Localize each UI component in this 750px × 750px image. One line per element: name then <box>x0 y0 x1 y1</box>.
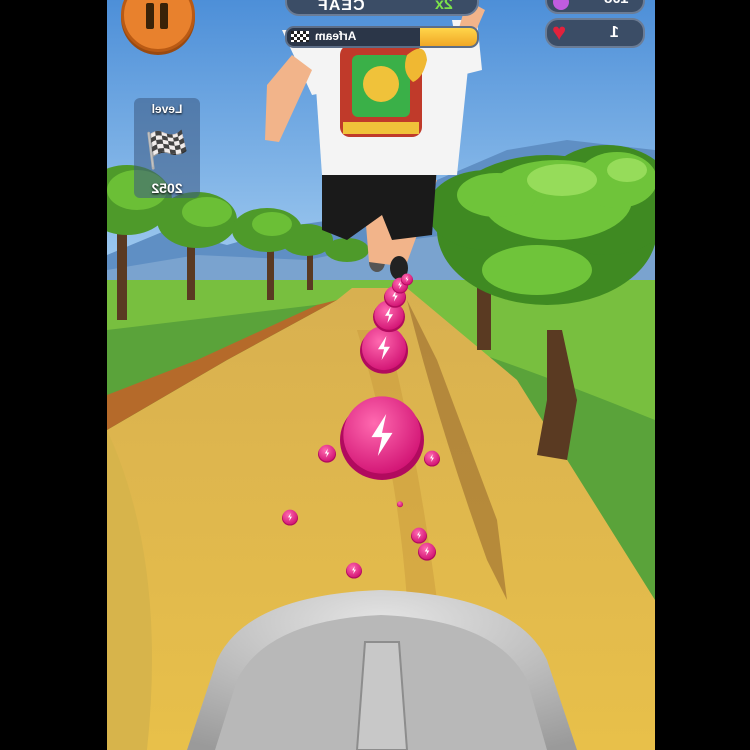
score-multiplier: 2x <box>435 0 453 13</box>
game-viewport[interactable]: CEAF 2x Arfeam 108 ♥ 1 Level 🏁 2052 <box>107 0 655 750</box>
score-panel: CEAF 2x <box>285 0 479 16</box>
level-number: 2052 <box>151 180 183 196</box>
lives-count: 1 <box>610 24 619 41</box>
gem-count: 108 <box>604 0 629 7</box>
progress-label: Arfeam <box>315 29 357 43</box>
progress-fill <box>420 28 477 46</box>
lives-counter: ♥ 1 <box>545 18 645 48</box>
gem-counter: 108 <box>545 0 645 14</box>
finish-flag-icon <box>291 31 309 42</box>
gem-icon <box>553 0 569 10</box>
checkered-flags-icon: 🏁 <box>144 129 190 170</box>
score-value: CEAF <box>317 0 365 14</box>
heart-icon: ♥ <box>552 19 567 46</box>
level-card: Level 🏁 2052 <box>134 98 200 198</box>
level-progress-bar: Arfeam <box>285 26 479 48</box>
pause-icon <box>146 3 154 29</box>
level-title: Level <box>151 102 183 116</box>
